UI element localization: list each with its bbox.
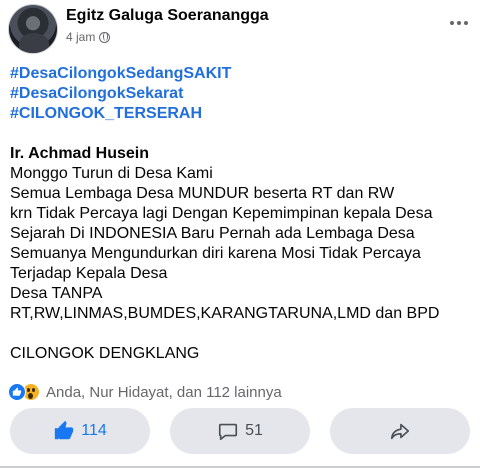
like-button[interactable]: 114 <box>10 408 150 454</box>
comment-button[interactable]: 51 <box>170 408 310 454</box>
post-header: Egitz Galuga Soeranangga 4 jam <box>0 0 480 60</box>
action-bar: 114 51 <box>0 408 480 456</box>
reaction-icons <box>8 382 42 402</box>
post-heading: Ir. Achmad Husein <box>10 145 149 162</box>
reaction-summary-text: Anda, Nur Hidayat, dan 112 lainnya <box>46 383 282 401</box>
post-line: Sejarah Di INDONESIA Baru Pernah ada Lem… <box>10 225 415 242</box>
post-time[interactable]: 4 jam <box>66 30 95 44</box>
hashtag-link[interactable]: #CILONGOK_TERSERAH <box>10 104 231 124</box>
globe-icon <box>99 31 111 43</box>
post-line: Terjadap Kepala Desa <box>10 265 168 282</box>
post-meta: 4 jam <box>66 30 111 44</box>
post-line: RT,RW,LINMAS,BUMDES,KARANGTARUNA,LMD dan… <box>10 305 440 322</box>
hashtag-link[interactable]: #DesaCilongokSekarat <box>10 84 231 104</box>
reaction-summary[interactable]: Anda, Nur Hidayat, dan 112 lainnya <box>8 381 282 403</box>
like-icon <box>8 383 26 401</box>
dot-icon <box>450 21 454 25</box>
share-button[interactable] <box>330 408 470 454</box>
post-line: Monggo Turun di Desa Kami <box>10 165 213 182</box>
post-line: Semuanya Mengundurkan diri karena Mosi T… <box>10 245 421 262</box>
thumbs-up-icon <box>55 420 74 440</box>
post-line: krn Tidak Percaya lagi Dengan Kepemimpin… <box>10 205 433 222</box>
comment-count: 51 <box>245 422 263 439</box>
post-body: Ir. Achmad Husein Monggo Turun di Desa K… <box>10 144 476 364</box>
dot-icon <box>457 21 461 25</box>
post-closing: CILONGOK DENGKLANG <box>10 345 200 362</box>
like-count: 114 <box>81 422 107 439</box>
post-line: Semua Lembaga Desa MUNDUR beserta RT dan… <box>10 185 395 202</box>
author-name[interactable]: Egitz Galuga Soeranangga <box>66 7 269 25</box>
more-options-button[interactable] <box>446 10 472 36</box>
comment-icon <box>219 423 238 441</box>
hashtag-link[interactable]: #DesaCilongokSedangSAKIT <box>10 64 231 84</box>
share-icon <box>390 423 410 440</box>
post-line: Desa TANPA <box>10 285 103 302</box>
hashtag-list: #DesaCilongokSedangSAKIT #DesaCilongokSe… <box>10 64 231 124</box>
dot-icon <box>464 21 468 25</box>
avatar[interactable] <box>8 4 58 54</box>
